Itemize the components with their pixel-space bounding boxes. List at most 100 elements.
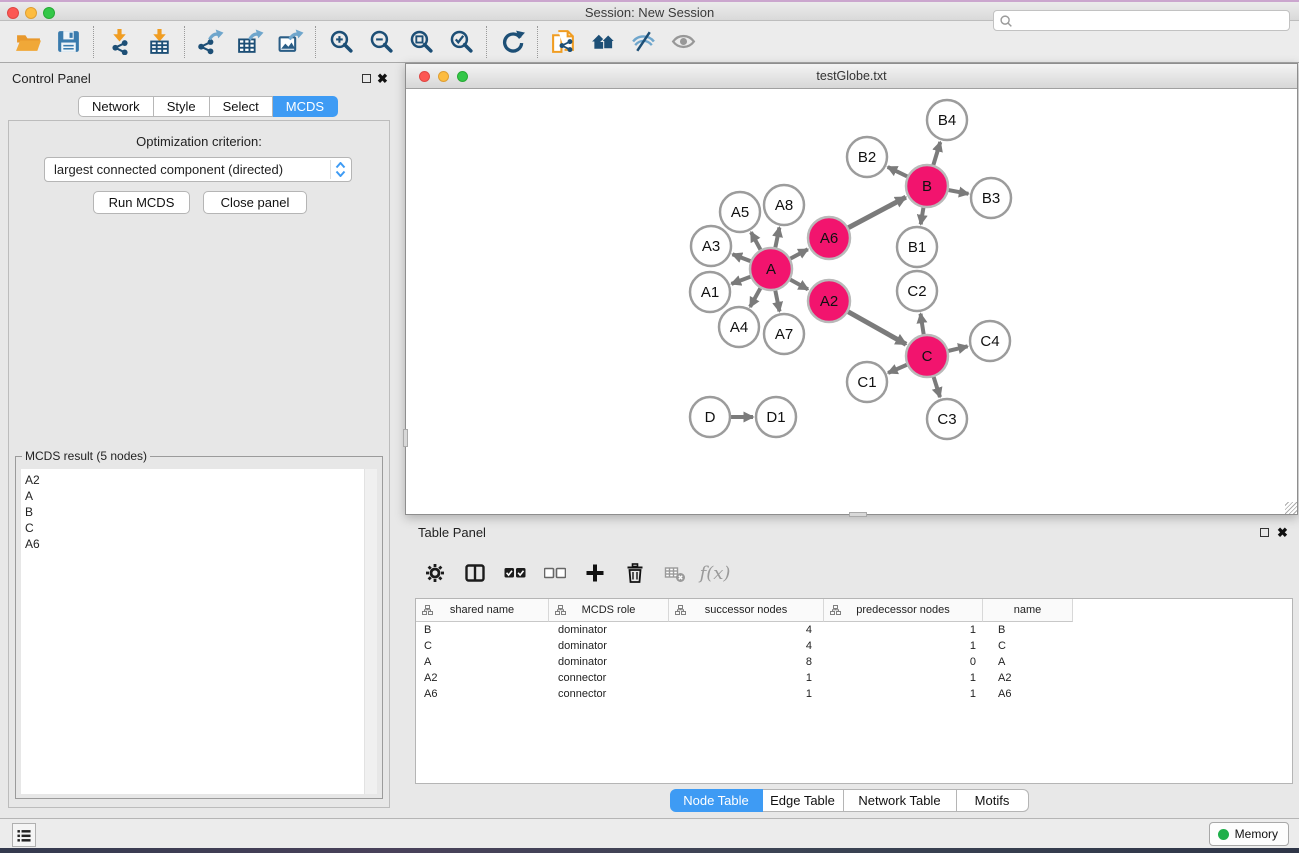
graph-node-A8[interactable]: A8 bbox=[764, 185, 804, 225]
graph-node-D[interactable]: D bbox=[690, 397, 730, 437]
cell-0-3[interactable]: 1 bbox=[824, 622, 983, 638]
open-session-button[interactable] bbox=[8, 24, 48, 60]
cell-2-0[interactable]: A bbox=[416, 654, 549, 670]
zoom-in-button[interactable] bbox=[321, 24, 361, 60]
zoom-out-button[interactable] bbox=[361, 24, 401, 60]
column-header-successor-nodes[interactable]: successor nodes bbox=[669, 599, 824, 622]
show-eye-button[interactable] bbox=[663, 24, 703, 60]
graph-node-A5[interactable]: A5 bbox=[720, 192, 760, 232]
delete-table-button[interactable] bbox=[662, 560, 688, 586]
export-image-button[interactable] bbox=[270, 24, 310, 60]
mcds-result-item-b[interactable]: B bbox=[21, 504, 377, 520]
clear-all-checkboxes-button[interactable] bbox=[542, 560, 568, 586]
search-input[interactable] bbox=[1014, 14, 1289, 28]
hide-panels-button[interactable] bbox=[623, 24, 663, 60]
memory-button[interactable]: Memory bbox=[1209, 822, 1289, 846]
graph-node-A4[interactable]: A4 bbox=[719, 307, 759, 347]
tab-network[interactable]: Network bbox=[78, 96, 154, 117]
home-view-button[interactable] bbox=[583, 24, 623, 60]
column-header-shared-name[interactable]: shared name bbox=[416, 599, 549, 622]
graph-node-B3[interactable]: B3 bbox=[971, 178, 1011, 218]
search-box[interactable] bbox=[993, 10, 1290, 31]
cell-0-4[interactable]: B bbox=[983, 622, 1073, 638]
column-header-predecessor-nodes[interactable]: predecessor nodes bbox=[824, 599, 983, 622]
graph-node-B2[interactable]: B2 bbox=[847, 137, 887, 177]
mcds-result-item-a6[interactable]: A6 bbox=[21, 536, 377, 552]
cell-4-2[interactable]: 1 bbox=[669, 686, 824, 702]
zoom-fit-button[interactable] bbox=[401, 24, 441, 60]
cell-3-0[interactable]: A2 bbox=[416, 670, 549, 686]
graph-node-C[interactable]: C bbox=[906, 335, 948, 377]
cell-3-3[interactable]: 1 bbox=[824, 670, 983, 686]
tab-mcds[interactable]: MCDS bbox=[273, 96, 338, 117]
add-column-button[interactable] bbox=[582, 560, 608, 586]
graph-node-B1[interactable]: B1 bbox=[897, 227, 937, 267]
graph-node-B4[interactable]: B4 bbox=[927, 100, 967, 140]
table-row-A2[interactable]: A2connector11A2 bbox=[416, 670, 1292, 686]
table-row-A6[interactable]: A6connector11A6 bbox=[416, 686, 1292, 702]
cell-2-1[interactable]: dominator bbox=[549, 654, 669, 670]
tab-motifs[interactable]: Motifs bbox=[957, 789, 1029, 812]
toggle-column-view-button[interactable] bbox=[462, 560, 488, 586]
control-panel-float-button[interactable] bbox=[362, 74, 371, 83]
graph-node-A2[interactable]: A2 bbox=[808, 280, 850, 322]
graph-node-C1[interactable]: C1 bbox=[847, 362, 887, 402]
mcds-result-item-a2[interactable]: A2 bbox=[21, 472, 377, 488]
table-row-A[interactable]: Adominator80A bbox=[416, 654, 1292, 670]
table-panel-close-button[interactable]: ✖ bbox=[1277, 526, 1288, 539]
cell-1-4[interactable]: C bbox=[983, 638, 1073, 654]
import-network-button[interactable] bbox=[99, 24, 139, 60]
graph-node-A1[interactable]: A1 bbox=[690, 272, 730, 312]
cell-4-3[interactable]: 1 bbox=[824, 686, 983, 702]
left-splitter-grip[interactable] bbox=[403, 429, 408, 447]
cell-1-2[interactable]: 4 bbox=[669, 638, 824, 654]
select-all-checkboxes-button[interactable] bbox=[502, 560, 528, 586]
graph-node-D1[interactable]: D1 bbox=[756, 397, 796, 437]
delete-column-button[interactable] bbox=[622, 560, 648, 586]
bottom-splitter-grip[interactable] bbox=[849, 512, 867, 517]
cell-4-1[interactable]: connector bbox=[549, 686, 669, 702]
tab-node-table[interactable]: Node Table bbox=[670, 789, 763, 812]
column-header-name[interactable]: name bbox=[983, 599, 1073, 622]
cell-3-1[interactable]: connector bbox=[549, 670, 669, 686]
table-settings-button[interactable] bbox=[422, 560, 448, 586]
network-graph[interactable]: B4B2BB3A8A5A6A3B1AA1C2A2A4A7C4CC1C3DD1 bbox=[406, 89, 1297, 514]
graph-node-A6[interactable]: A6 bbox=[808, 217, 850, 259]
function-builder-button[interactable]: f(x) bbox=[702, 560, 728, 586]
zoom-selected-button[interactable] bbox=[441, 24, 481, 60]
cell-1-0[interactable]: C bbox=[416, 638, 549, 654]
graph-node-B[interactable]: B bbox=[906, 165, 948, 207]
table-row-C[interactable]: Cdominator41C bbox=[416, 638, 1292, 654]
network-window-titlebar[interactable]: testGlobe.txt bbox=[406, 64, 1297, 89]
cell-4-0[interactable]: A6 bbox=[416, 686, 549, 702]
graph-node-A7[interactable]: A7 bbox=[764, 314, 804, 354]
export-network-button[interactable] bbox=[190, 24, 230, 60]
export-table-button[interactable] bbox=[230, 24, 270, 60]
save-session-button[interactable] bbox=[48, 24, 88, 60]
window-resize-grip[interactable] bbox=[1285, 502, 1297, 514]
graph-node-C4[interactable]: C4 bbox=[970, 321, 1010, 361]
network-canvas[interactable]: B4B2BB3A8A5A6A3B1AA1C2A2A4A7C4CC1C3DD1 bbox=[406, 89, 1297, 514]
mcds-result-item-a[interactable]: A bbox=[21, 488, 377, 504]
tab-style[interactable]: Style bbox=[154, 96, 210, 117]
tab-network-table[interactable]: Network Table bbox=[844, 789, 957, 812]
refresh-layout-button[interactable] bbox=[492, 24, 532, 60]
cell-1-3[interactable]: 1 bbox=[824, 638, 983, 654]
import-table-button[interactable] bbox=[139, 24, 179, 60]
run-mcds-button[interactable]: Run MCDS bbox=[93, 191, 190, 214]
tab-select[interactable]: Select bbox=[210, 96, 273, 117]
cell-2-2[interactable]: 8 bbox=[669, 654, 824, 670]
table-row-B[interactable]: Bdominator41B bbox=[416, 622, 1292, 638]
cell-1-1[interactable]: dominator bbox=[549, 638, 669, 654]
cell-3-2[interactable]: 1 bbox=[669, 670, 824, 686]
cell-2-3[interactable]: 0 bbox=[824, 654, 983, 670]
cell-0-2[interactable]: 4 bbox=[669, 622, 824, 638]
graph-node-A3[interactable]: A3 bbox=[691, 226, 731, 266]
close-panel-button[interactable]: Close panel bbox=[203, 191, 307, 214]
clone-network-button[interactable] bbox=[543, 24, 583, 60]
table-panel-float-button[interactable] bbox=[1260, 528, 1269, 537]
cell-0-0[interactable]: B bbox=[416, 622, 549, 638]
cell-3-4[interactable]: A2 bbox=[983, 670, 1073, 686]
mcds-result-scrollbar[interactable] bbox=[364, 469, 377, 794]
tab-edge-table[interactable]: Edge Table bbox=[763, 789, 844, 812]
